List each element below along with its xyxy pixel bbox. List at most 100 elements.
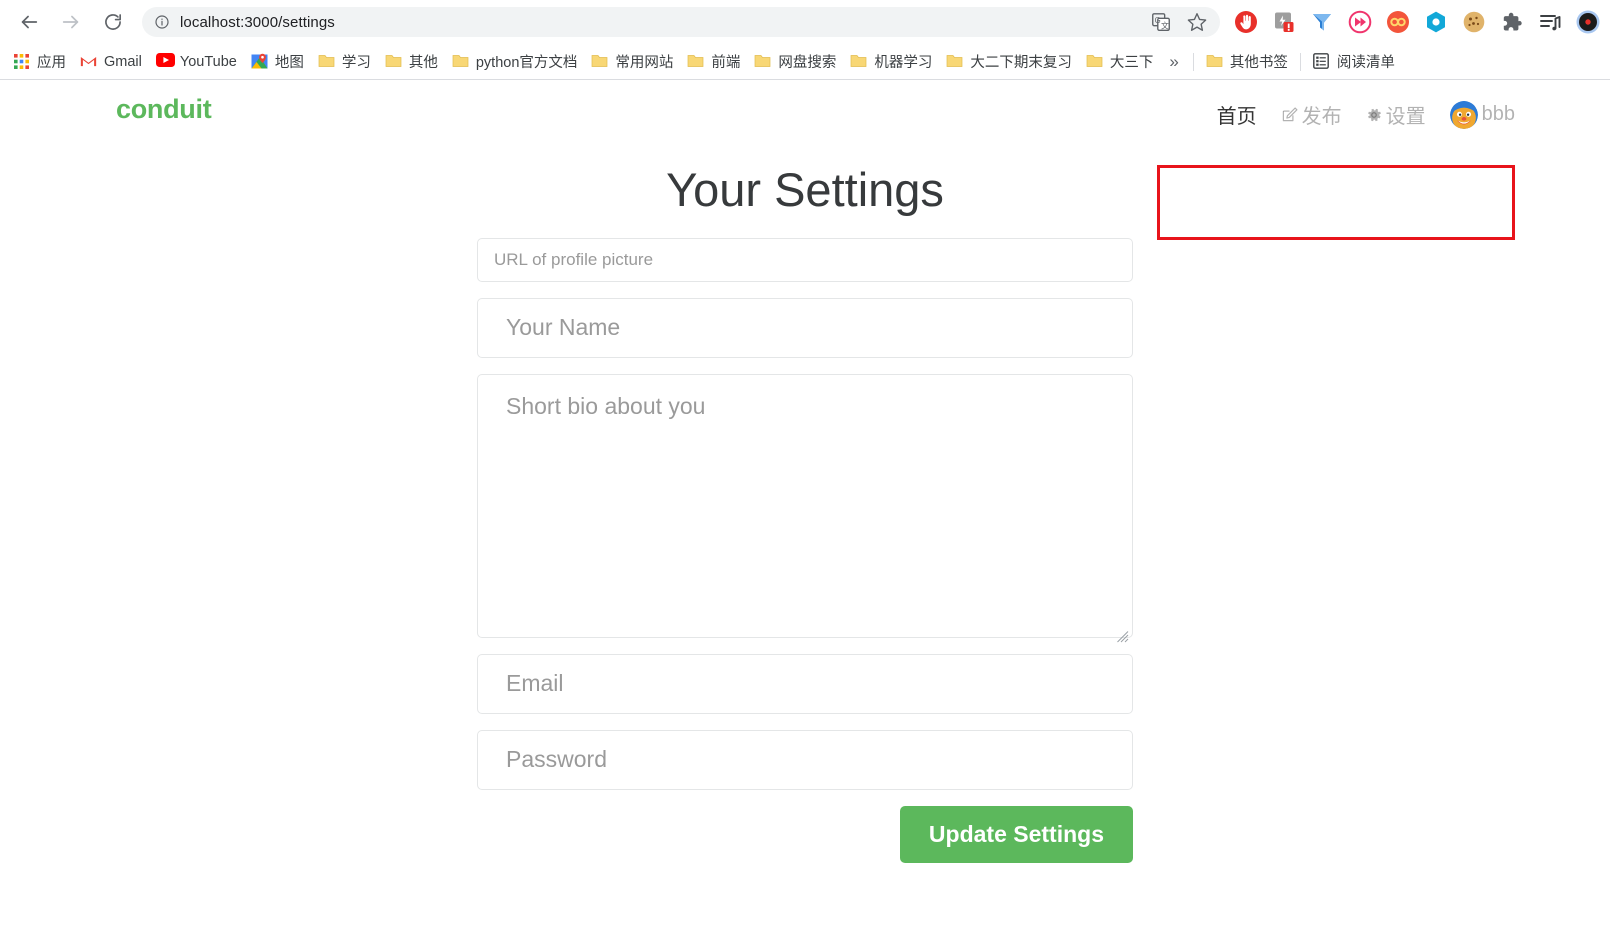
url-text: localhost:3000/settings xyxy=(180,13,335,31)
bookmark-label: 机器学习 xyxy=(874,55,933,71)
fast-forward-icon[interactable] xyxy=(1348,10,1372,34)
folder-icon xyxy=(946,53,963,70)
folder-icon xyxy=(591,53,608,70)
tampermonkey-icon[interactable] xyxy=(1272,10,1296,34)
bookmark-folder-12[interactable]: 大三下 xyxy=(1079,49,1161,75)
reading-list-label: 阅读清单 xyxy=(1336,55,1395,71)
bookmark-label: 大三下 xyxy=(1109,55,1154,71)
profile-avatar-icon[interactable] xyxy=(1576,10,1600,34)
gmail-icon xyxy=(80,53,97,70)
browser-chrome: localhost:3000/settings G 文 应用 Gmail You… xyxy=(0,0,1610,80)
bookmark-label: 地图 xyxy=(274,55,304,71)
bookmark-label: 网盘搜索 xyxy=(778,55,837,71)
svg-text:文: 文 xyxy=(1161,20,1169,30)
settings-form: Your Settings URL of profile picture You… xyxy=(477,142,1133,863)
bookmark-folder-7[interactable]: 常用网站 xyxy=(584,49,680,75)
bookmark-label: 学习 xyxy=(341,55,371,71)
funnel-icon[interactable] xyxy=(1310,10,1334,34)
puzzle-icon[interactable] xyxy=(1500,10,1524,34)
nav-links: 首页 发布 设置 bbb xyxy=(1217,100,1515,129)
email-input[interactable]: Email xyxy=(477,653,1133,714)
bookmark-star-icon[interactable] xyxy=(1186,11,1208,33)
bookmark-label: 常用网站 xyxy=(615,55,674,71)
other-bookmarks-label: 其他书签 xyxy=(1229,55,1288,71)
bookmarks-overflow-button[interactable]: » xyxy=(1160,52,1187,72)
resize-grip-icon[interactable] xyxy=(1117,622,1129,643)
nav-item-label: 首页 xyxy=(1216,106,1257,128)
nav-item-home[interactable]: 首页 xyxy=(1217,100,1257,129)
adblock-stop-icon[interactable] xyxy=(1234,10,1258,34)
bookmark-gmail[interactable]: Gmail xyxy=(73,49,149,75)
gear-icon xyxy=(1366,107,1382,123)
reload-button[interactable] xyxy=(97,6,129,38)
bookmark-label: 应用 xyxy=(37,55,66,71)
bookmark-label: 大二下期末复习 xyxy=(970,55,1072,71)
bookmark-label: 其他 xyxy=(408,55,438,71)
folder-icon xyxy=(687,53,704,70)
svg-text:G: G xyxy=(1155,16,1161,25)
password-placeholder: Password xyxy=(506,746,607,773)
nav-item-label: bbb xyxy=(1481,103,1515,125)
bio-textarea[interactable]: Short bio about you xyxy=(477,373,1133,643)
site-info-icon[interactable] xyxy=(154,14,170,30)
profile-picture-url-placeholder: URL of profile picture xyxy=(494,249,654,269)
bookmark-apps[interactable]: 应用 xyxy=(6,49,73,75)
folder-icon xyxy=(850,53,867,70)
extension-icons xyxy=(1220,10,1602,34)
nav-highlight-annotation xyxy=(1157,165,1515,240)
username-input[interactable]: Your Name xyxy=(477,297,1133,358)
bio-placeholder: Short bio about you xyxy=(506,392,706,419)
bookmark-youtube[interactable]: YouTube xyxy=(149,49,244,75)
page-content: conduit 首页 发布 设置 bbb Your Settings URL o… xyxy=(0,80,1610,942)
profile-picture-url-input[interactable]: URL of profile picture xyxy=(477,237,1133,282)
hexagon-icon[interactable] xyxy=(1424,10,1448,34)
reading-list-button[interactable]: 阅读清单 xyxy=(1306,49,1402,75)
browser-toolbar: localhost:3000/settings G 文 xyxy=(0,0,1610,44)
other-bookmarks-button[interactable]: 其他书签 xyxy=(1199,49,1295,75)
playlist-icon[interactable] xyxy=(1538,10,1562,34)
folder-icon xyxy=(1206,53,1223,70)
folder-icon xyxy=(1086,53,1103,70)
forward-button[interactable] xyxy=(55,6,87,38)
folder-icon xyxy=(452,53,469,70)
username-placeholder: Your Name xyxy=(506,314,621,341)
nav-item-settings[interactable]: 设置 xyxy=(1366,100,1426,129)
bookmark-label: python官方文档 xyxy=(475,55,578,71)
bookmark-maps[interactable]: 地图 xyxy=(244,49,311,75)
youtube-icon xyxy=(155,53,175,70)
nav-item-label: 发布 xyxy=(1301,106,1342,128)
submit-row: Update Settings xyxy=(477,805,1133,863)
bookmark-folder-6[interactable]: python官方文档 xyxy=(445,49,585,75)
bookmark-folder-4[interactable]: 学习 xyxy=(311,49,378,75)
reading-list-divider xyxy=(1299,52,1301,71)
bookmarks-bar: 应用 Gmail YouTube 地图 学习 其他 python官方文档 常用网… xyxy=(0,44,1610,80)
nav-item-profile[interactable]: bbb xyxy=(1449,100,1515,129)
bookmark-folder-5[interactable]: 其他 xyxy=(378,49,445,75)
folder-icon xyxy=(318,53,335,70)
bookmark-folder-9[interactable]: 网盘搜索 xyxy=(747,49,843,75)
infinity-icon[interactable] xyxy=(1386,10,1410,34)
email-placeholder: Email xyxy=(506,670,564,697)
bookmark-label: Gmail xyxy=(104,53,142,70)
google-maps-icon xyxy=(251,53,268,70)
address-bar[interactable]: localhost:3000/settings G 文 xyxy=(142,7,1220,37)
omnibox-actions: G 文 xyxy=(1140,11,1208,33)
bookmark-folder-10[interactable]: 机器学习 xyxy=(843,49,939,75)
folder-icon xyxy=(754,53,771,70)
reading-list-icon xyxy=(1312,53,1330,70)
bookmark-label: YouTube xyxy=(179,53,237,70)
compose-icon xyxy=(1281,106,1298,123)
bookmark-folder-11[interactable]: 大二下期末复习 xyxy=(939,49,1079,75)
cookie-icon[interactable] xyxy=(1462,10,1486,34)
update-settings-button[interactable]: Update Settings xyxy=(899,805,1133,863)
password-input[interactable]: Password xyxy=(477,729,1133,790)
nav-item-new-post[interactable]: 发布 xyxy=(1281,100,1342,129)
nav-item-label: 设置 xyxy=(1385,106,1426,128)
avatar xyxy=(1449,100,1478,129)
brand-logo[interactable]: conduit xyxy=(116,94,212,125)
folder-icon xyxy=(385,53,402,70)
apps-grid-icon xyxy=(13,53,30,70)
translate-icon[interactable]: G 文 xyxy=(1150,11,1172,33)
back-button[interactable] xyxy=(13,6,45,38)
bookmark-folder-8[interactable]: 前端 xyxy=(680,49,747,75)
